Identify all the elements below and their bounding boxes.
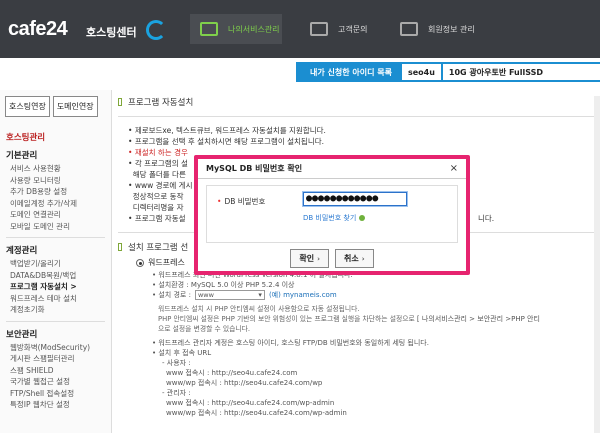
hosting-plan: 10G 광아우토반 FullSSD <box>442 64 600 80</box>
nav-label: 회원정보 관리 <box>428 24 475 34</box>
nav-customer-inquiry[interactable]: 고객문의 <box>300 14 380 44</box>
arrow-circle-icon <box>359 215 366 221</box>
mysql-password-dialog: MySQL DB 비밀번호 확인 × • DB 비밀번호 ●●●●●●●●●●●●… <box>194 155 470 275</box>
page-title: 프로그램 자동설치 <box>118 96 600 108</box>
intro-line: • 제로보드xe, 텍스트큐브, 워드프레스 자동설치를 지원합니다. <box>128 126 326 135</box>
id-card-icon <box>400 22 418 36</box>
dialog-title: MySQL DB 비밀번호 확인 <box>206 164 303 173</box>
sidebar-group-basic: 기본관리 <box>6 151 38 161</box>
sidebar-item[interactable]: 특정IP 웹차단 설정 <box>6 399 105 411</box>
sidebar-item[interactable]: 계정초기화 <box>6 304 105 316</box>
sidebar-item[interactable]: 국가별 웹접근 설정 <box>6 376 105 388</box>
nav-member-info[interactable]: 회원정보 관리 <box>392 14 482 44</box>
dialog-form: • DB 비밀번호 ●●●●●●●●●●●● DB 비밀번호 찾기 <box>206 185 458 243</box>
find-db-password-link[interactable]: DB 비밀번호 찾기 <box>303 213 366 223</box>
domain-renew-button[interactable]: 도메인연장 <box>52 96 98 117</box>
sidebar: 호스팅연장 도메인연장 호스팅관리 기본관리 서비스 사용현황 사용량 모니터링… <box>0 90 112 433</box>
section-marker-icon <box>118 243 122 251</box>
close-icon[interactable]: × <box>450 163 458 174</box>
sidebar-item[interactable]: 서비스 사용현황 <box>6 163 105 175</box>
post-install-info: • 워드프레스 관리자 계정은 호스팅 아이디, 호스팅 FTP/DB 비밀번호… <box>152 339 429 417</box>
sidebar-item[interactable]: DATA&DB복원/백업 <box>6 270 105 282</box>
dialog-header: MySQL DB 비밀번호 확인 × <box>198 159 466 179</box>
selected-id[interactable]: seo4u <box>401 64 441 80</box>
sidebar-item[interactable]: 모바일 도메인 관리 <box>6 221 105 233</box>
sidebar-item[interactable]: 스팸 SHIELD <box>6 365 105 377</box>
sidebar-item[interactable]: 사용량 모니터링 <box>6 175 105 187</box>
id-list-label: 내가 신청한 아이디 목록 <box>310 67 392 77</box>
db-password-input[interactable]: ●●●●●●●●●●●● <box>303 192 407 206</box>
php-security-link[interactable]: [ 나의서비스관리 > 보안관리 >PHP 안티 <box>417 315 540 323</box>
sidebar-item[interactable]: 게시판 스팸필터관리 <box>6 353 105 365</box>
sidebar-item[interactable]: 백업받기/올리기 <box>6 258 105 270</box>
install-path-select[interactable]: www <box>194 290 265 300</box>
cancel-button[interactable]: 취소 › <box>335 249 374 268</box>
id-list-bar: 내가 신청한 아이디 목록 seo4u 10G 광아우토반 FullSSD <box>296 62 600 82</box>
top-header: cafe24 호스팅센터 나의서비스관리 고객문의 회원정보 관리 <box>0 0 600 58</box>
sidebar-group-account: 계정관리 <box>6 246 38 256</box>
sidebar-item[interactable]: 워드프레스 테마 설치 <box>6 293 105 305</box>
section-marker-icon <box>118 98 122 106</box>
nav-my-service[interactable]: 나의서비스관리 <box>190 14 282 44</box>
sidebar-item[interactable]: 추가 DB용량 설정 <box>6 186 105 198</box>
chat-icon <box>310 22 328 36</box>
sidebar-group-security: 보안관리 <box>6 329 38 340</box>
sidebar-item-auto-install[interactable]: 프로그램 자동설치 > <box>6 281 105 293</box>
confirm-button[interactable]: 확인 › <box>290 249 329 268</box>
chevron-right-icon: › <box>317 254 320 263</box>
logo-subtitle: 호스팅센터 <box>86 26 137 39</box>
php-note: 워드프레스 설치 시 PHP 안티엠씨 설정이 사용함으로 자동 설정됩니다. … <box>158 305 540 333</box>
nav-label: 나의서비스관리 <box>228 24 280 34</box>
monitor-gear-icon <box>200 22 218 36</box>
page-scrollbar[interactable] <box>594 96 600 433</box>
intro-line: • 프로그램을 선택 후 설치하시면 해당 프로그램이 설치됩니다. <box>128 137 324 146</box>
chevron-right-icon: › <box>361 254 365 263</box>
nav-label: 고객문의 <box>338 24 368 34</box>
radio-selected-icon[interactable] <box>136 258 144 267</box>
sidebar-item[interactable]: 이메일계정 추가/삭제 <box>6 198 105 210</box>
db-password-label: • DB 비밀번호 <box>217 197 266 206</box>
hosting-renew-button[interactable]: 호스팅연장 <box>5 96 50 117</box>
sidebar-item[interactable]: FTP/Shell 접속설정 <box>6 388 105 400</box>
sidebar-item[interactable]: 웹방화벽(ModSecurity) <box>6 342 105 354</box>
logo-ring-icon <box>146 20 166 40</box>
sidebar-title: 호스팅관리 <box>6 133 46 143</box>
sidebar-item[interactable]: 도메인 연결관리 <box>6 209 105 221</box>
cafe24-logo[interactable]: cafe24 <box>8 18 68 41</box>
